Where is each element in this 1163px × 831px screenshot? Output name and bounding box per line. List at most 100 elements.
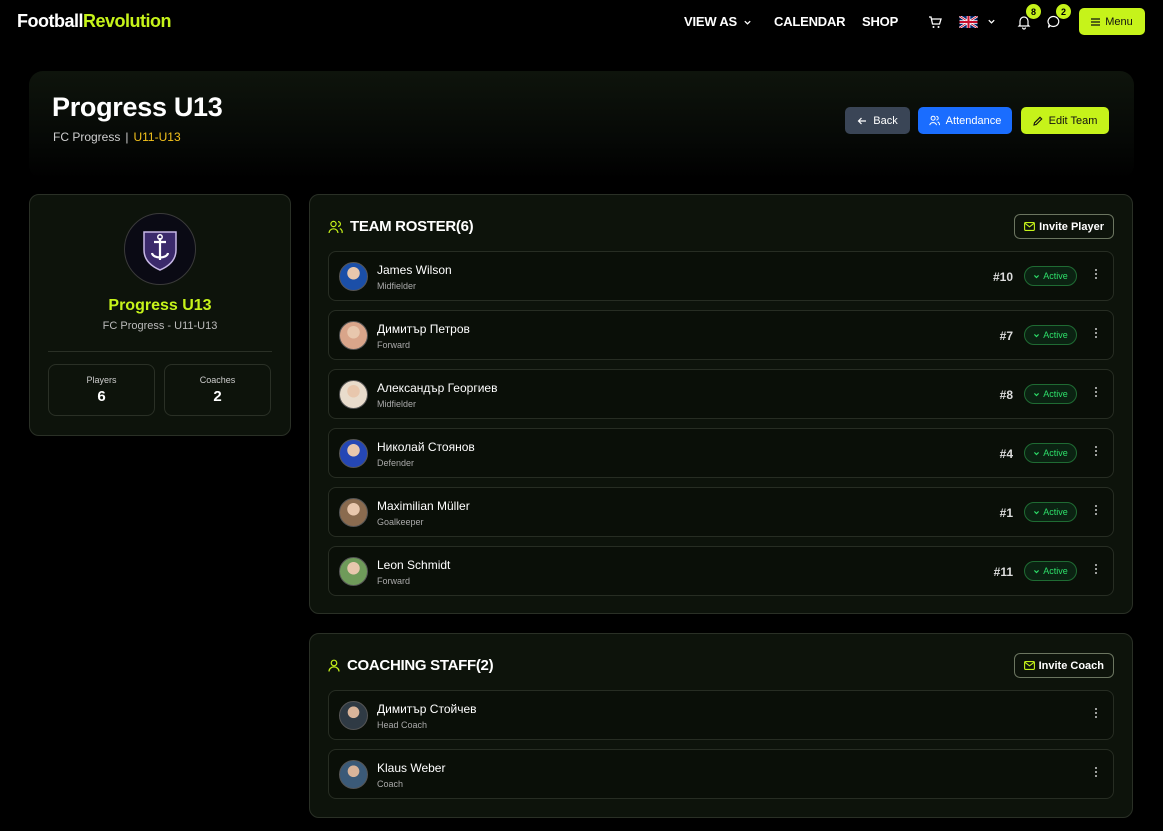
player-avatar[interactable] [339,498,368,527]
player-row[interactable]: Leon Schmidt Forward #11 Active [328,546,1114,596]
cart-icon[interactable] [927,14,943,30]
attendance-label: Attendance [945,114,1002,127]
player-number: #8 [999,388,1013,402]
hamburger-icon [1091,17,1101,26]
player-row[interactable]: James Wilson Midfielder #10 Active [328,251,1114,301]
more-options-icon[interactable] [1094,562,1098,578]
player-position: Midfielder [377,399,417,409]
back-label: Back [873,114,898,127]
status-badge: Active [1024,266,1077,286]
coaching-staff-title: COACHING STAFF(2) [328,657,494,674]
edit-team-button[interactable]: Edit Team [1021,107,1109,134]
player-position: Goalkeeper [377,517,424,527]
uk-flag-icon [959,16,978,28]
player-position: Defender [377,458,415,468]
player-name[interactable]: Александър Георгиев [377,381,497,395]
logo[interactable]: FootballRevolution [17,11,172,32]
attendance-button[interactable]: Attendance [918,107,1012,134]
player-name[interactable]: Maximilian Müller [377,499,470,513]
more-options-icon[interactable] [1094,503,1098,519]
chevron-down-icon [1034,510,1040,514]
team-roster-section: TEAM ROSTER(6) Invite Player James Wilso… [309,194,1133,614]
status-label: Active [1043,330,1068,340]
invite-player-button[interactable]: Invite Player [1014,214,1114,239]
invite-coach-label: Invite Coach [1038,659,1104,672]
player-number: #7 [999,329,1013,343]
coach-name[interactable]: Димитър Стойчев [377,702,477,716]
chevron-down-icon [1034,392,1040,396]
player-avatar[interactable] [339,262,368,291]
player-avatar[interactable] [339,557,368,586]
coach-role: Coach [377,779,404,789]
users-icon [928,115,940,126]
view-as-dropdown[interactable]: VIEW AS [684,14,752,29]
player-row[interactable]: Димитър Петров Forward #7 Active [328,310,1114,360]
player-avatar[interactable] [339,439,368,468]
more-options-icon[interactable] [1094,267,1098,283]
coach-name[interactable]: Klaus Weber [377,761,445,775]
breadcrumb: FC Progress | U11-U13 [53,130,181,144]
view-as-label: VIEW AS [684,14,738,29]
player-row[interactable]: Александър Георгиев Midfielder #8 Active [328,369,1114,419]
mail-icon [1024,222,1036,231]
player-position: Forward [377,340,411,350]
more-options-icon[interactable] [1094,765,1098,781]
team-roster-title: TEAM ROSTER(6) [328,218,474,235]
player-avatar[interactable] [339,380,368,409]
status-label: Active [1043,389,1068,399]
messages-badge: 2 [1056,4,1071,19]
player-name[interactable]: Димитър Петров [377,322,470,336]
more-options-icon[interactable] [1094,385,1098,401]
coach-role: Head Coach [377,720,428,730]
edit-team-label: Edit Team [1048,114,1098,127]
coaching-staff-title-text: COACHING STAFF(2) [347,657,494,674]
more-options-icon[interactable] [1094,326,1098,342]
chevron-down-icon [1034,333,1040,337]
chevron-down-icon [1034,451,1040,455]
users-icon [328,220,343,233]
nav-shop-link[interactable]: SHOP [862,14,898,29]
status-badge: Active [1024,325,1077,345]
chevron-down-icon [988,19,995,24]
coach-row[interactable]: Klaus Weber Coach [328,749,1114,799]
language-selector[interactable] [959,15,999,29]
players-stat-value: 6 [97,388,106,405]
anchor-shield-icon [143,231,177,271]
coaches-stat-value: 2 [213,388,222,405]
chevron-down-icon [1034,274,1040,278]
coach-row[interactable]: Димитър Стойчев Head Coach [328,690,1114,740]
team-crest [124,213,196,285]
coaches-stat-label: Coaches [199,375,236,385]
player-name[interactable]: James Wilson [377,263,452,277]
status-label: Active [1043,507,1068,517]
invite-coach-button[interactable]: Invite Coach [1013,653,1114,678]
team-subtitle: FC Progress - U11-U13 [102,320,218,332]
player-name[interactable]: Николай Стоянов [377,440,475,454]
nav-calendar-link[interactable]: CALENDAR [774,14,846,29]
status-label: Active [1043,566,1068,576]
logo-text-revolution: Revolution [83,11,172,31]
coach-avatar[interactable] [339,701,368,730]
invite-player-label: Invite Player [1039,220,1104,233]
coach-avatar[interactable] [339,760,368,789]
user-icon [328,659,340,672]
player-avatar[interactable] [339,321,368,350]
team-roster-title-text: TEAM ROSTER(6) [350,218,474,235]
status-badge: Active [1024,561,1077,581]
player-row[interactable]: Николай Стоянов Defender #4 Active [328,428,1114,478]
logo-text-football: Football [17,11,84,31]
player-row[interactable]: Maximilian Müller Goalkeeper #1 Active [328,487,1114,537]
card-divider [48,351,272,352]
breadcrumb-age-group: U11-U13 [133,130,181,144]
back-button[interactable]: Back [845,107,910,134]
player-number: #11 [993,565,1013,579]
chevron-down-icon [1034,569,1040,573]
status-badge: Active [1024,384,1077,404]
player-name[interactable]: Leon Schmidt [377,558,450,572]
more-options-icon[interactable] [1094,444,1098,460]
menu-button[interactable]: Menu [1079,8,1145,35]
chevron-down-icon [744,20,752,25]
status-label: Active [1043,271,1068,281]
team-name: Progress U13 [108,297,212,314]
more-options-icon[interactable] [1094,706,1098,722]
